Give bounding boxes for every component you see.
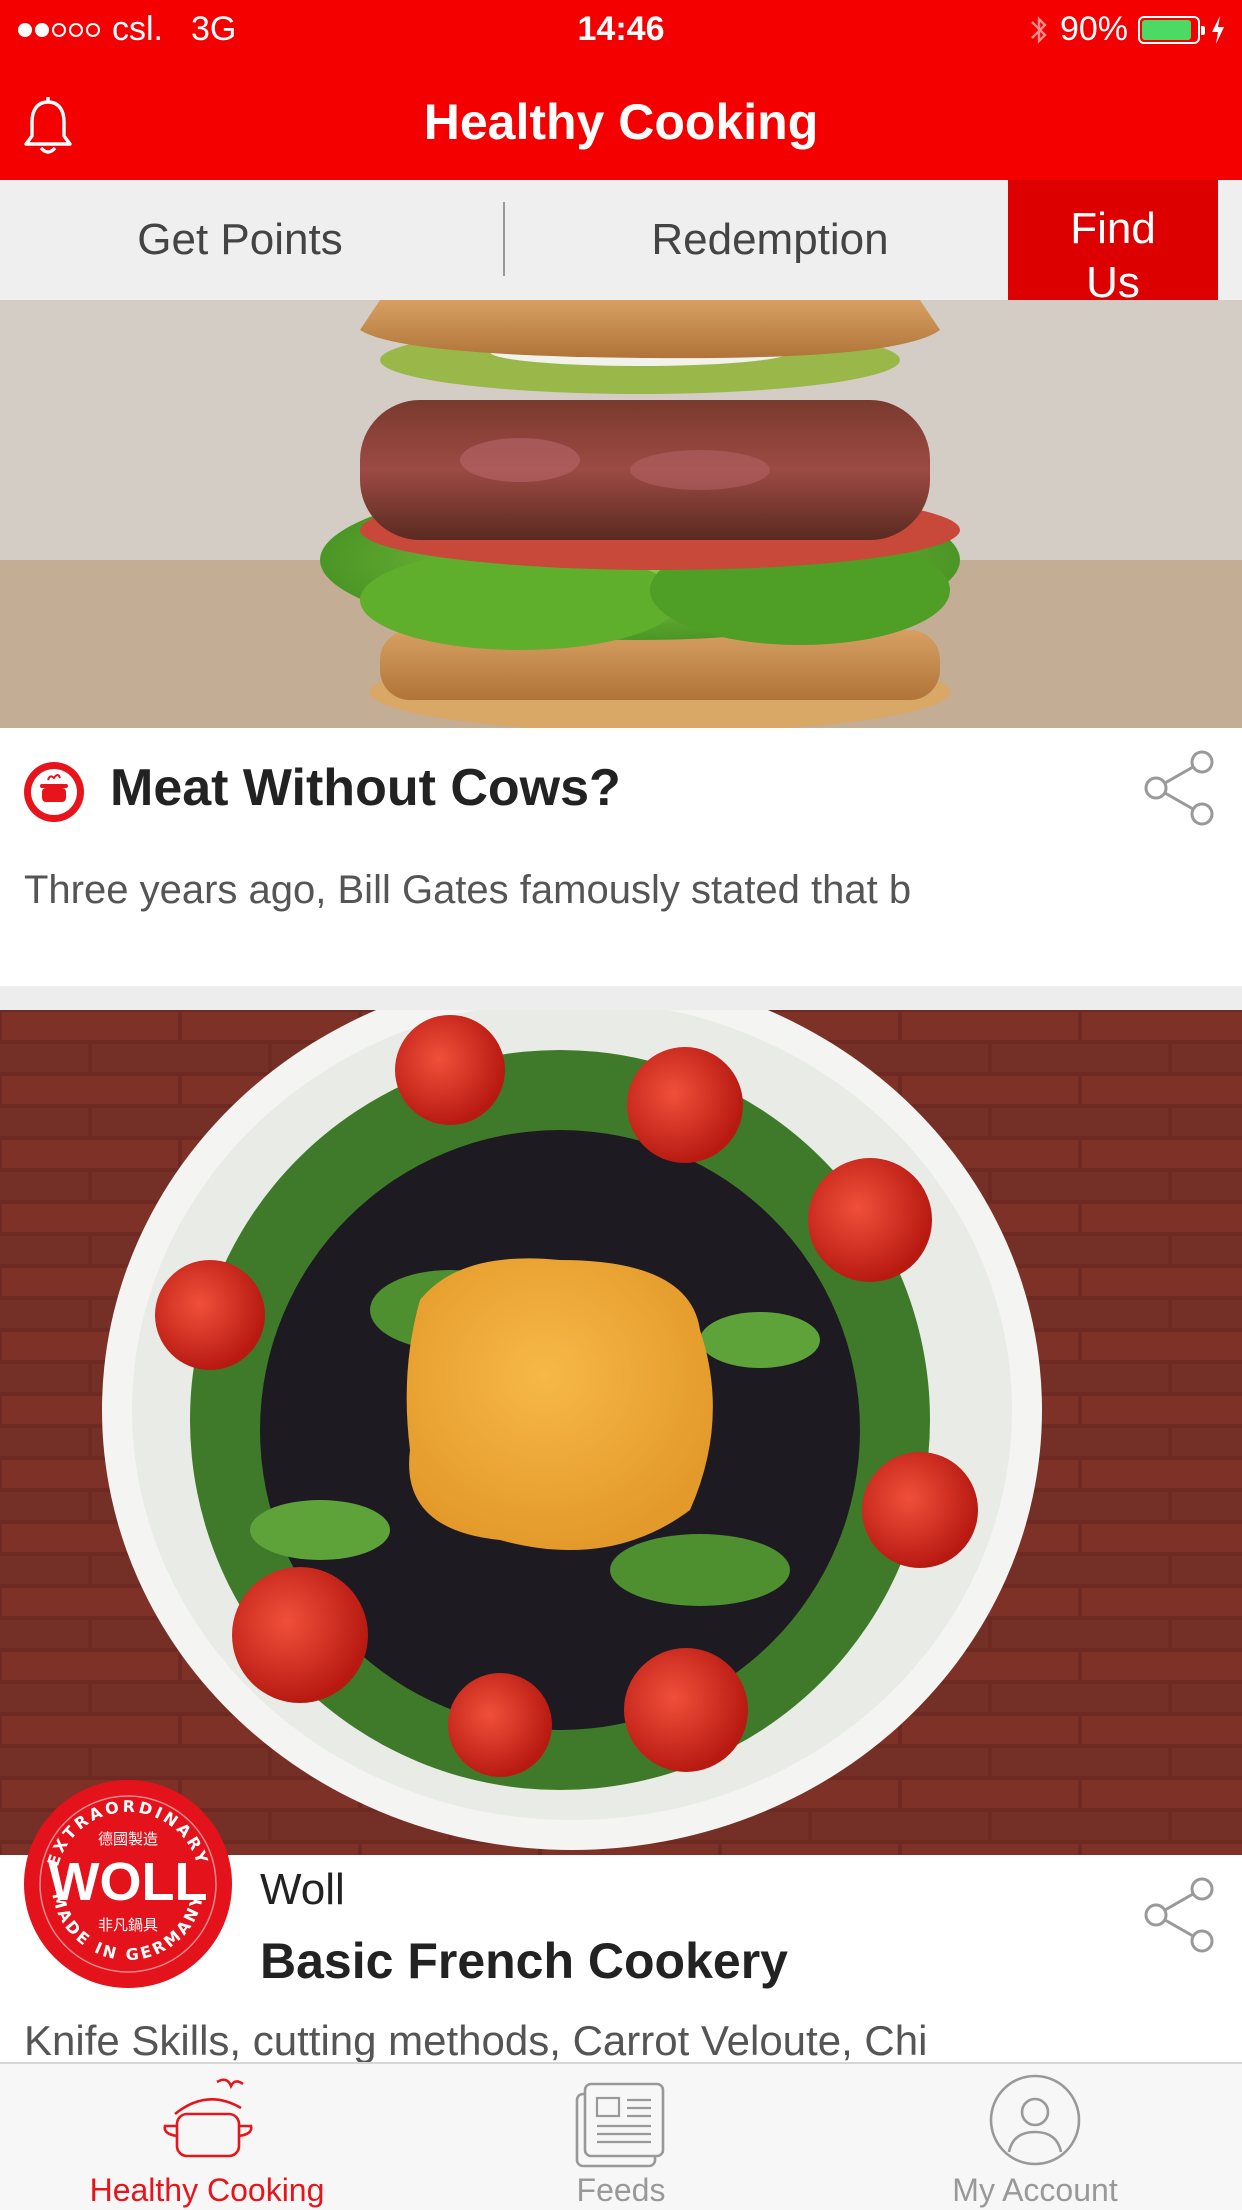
tab-feeds[interactable]: Feeds (414, 2064, 828, 2210)
burger-photo (0, 300, 1242, 728)
card-title[interactable]: Basic French Cookery (260, 1932, 788, 1990)
card-title[interactable]: Meat Without Cows? (110, 758, 621, 818)
tab-get-points[interactable]: Get Points (0, 180, 480, 300)
battery-icon (1138, 15, 1205, 44)
tab-label: Healthy Cooking (89, 2172, 325, 2208)
share-icon[interactable] (1140, 748, 1220, 828)
charging-icon (1212, 15, 1224, 44)
card-excerpt: Three years ago, Bill Gates famously sta… (24, 868, 912, 912)
tab-label: My Account (952, 2172, 1118, 2208)
bluetooth-icon (1031, 15, 1047, 44)
salad-bowl-photo (0, 1010, 1242, 1855)
woll-logo[interactable]: EXTRAORDINARY 德國製造 WOLL 非凡鍋具 MADE IN GER… (22, 1778, 234, 1990)
tab-label: Feeds (576, 2172, 666, 2208)
newspaper-icon (575, 2082, 665, 2168)
page-title: Healthy Cooking (423, 94, 819, 150)
user-icon (989, 2074, 1081, 2166)
find-us-label: Find Us (1070, 204, 1156, 307)
card-image-burger[interactable] (0, 300, 1242, 728)
cooking-pot-icon (163, 2078, 253, 2158)
nav-bar: Healthy Cooking (0, 60, 1242, 180)
card-author: Woll (260, 1865, 345, 1914)
segment-divider (503, 202, 505, 276)
card-image-salad[interactable] (0, 1010, 1242, 1855)
status-right: 90% (1028, 10, 1226, 49)
tab-healthy-cooking[interactable]: Healthy Cooking (0, 2064, 414, 2210)
svg-text:德國製造: 德國製造 (98, 1830, 158, 1848)
status-bar: csl. 3G 14:46 90% (0, 0, 1242, 60)
share-icon[interactable] (1140, 1875, 1220, 1955)
card-excerpt: Knife Skills, cutting methods, Carrot Ve… (24, 2017, 928, 2064)
card-meat-without-cows[interactable]: Meat Without Cows? Three years ago, Bill… (0, 728, 1242, 986)
tab-my-account[interactable]: My Account (828, 2064, 1242, 2210)
svg-text:WOLL: WOLL (49, 1852, 208, 1912)
battery-percent: 90% (1059, 10, 1128, 48)
tab-bar: Healthy Cooking Feeds My Account (0, 2062, 1242, 2210)
cooking-pot-badge-icon (24, 762, 84, 822)
svg-text:非凡鍋具: 非凡鍋具 (98, 1916, 158, 1934)
tab-redemption[interactable]: Redemption (540, 180, 1000, 300)
